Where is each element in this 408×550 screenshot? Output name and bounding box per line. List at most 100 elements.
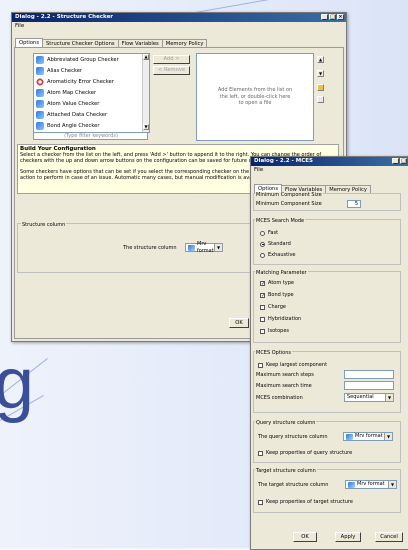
chevron-down-icon: ▼ <box>388 481 396 488</box>
query-group-label: Query structure column <box>255 420 317 426</box>
list-item[interactable]: Attached Data Checker <box>34 109 149 120</box>
menu-file[interactable]: File <box>254 167 263 173</box>
matching-group: Matching Parameter ✓ Atom type ✓ Bond type C… <box>253 270 401 343</box>
list-item-label: Aromaticity Error Checker <box>47 78 114 85</box>
apply-button[interactable]: Apply <box>335 532 361 542</box>
list-item-label: Atom Value Checker <box>47 100 100 107</box>
ok-button[interactable]: OK <box>293 532 317 542</box>
window-title: Dialog - 2.2 - MCES <box>254 158 313 164</box>
list-item[interactable]: Bond Angle Checker <box>34 120 149 131</box>
cancel-button[interactable]: Cancel <box>375 532 403 542</box>
min-size-group-label: Minimum Component Size <box>255 192 323 198</box>
matching-group-label: Matching Parameter <box>255 270 308 276</box>
mces-options-group-label: MCES Options <box>255 350 293 356</box>
query-group: Query structure column The query structu… <box>253 420 401 463</box>
checkbox[interactable]: ✓ <box>260 280 265 286</box>
structure-column-select[interactable]: Mrv format ▼ <box>185 241 223 254</box>
target-group: Target structure column The target struc… <box>253 468 401 513</box>
matching-param-checkbox[interactable]: ✓ Bond type <box>260 292 294 298</box>
structure-checker-titlebar[interactable]: Dialog - 2.2 - Structure Checker _ □ × <box>12 13 346 22</box>
checker-icon <box>36 99 44 108</box>
query-keep-checkbox[interactable]: Keep properties of query structure <box>258 450 352 456</box>
checkbox[interactable] <box>258 450 263 456</box>
min-size-label: Minimum Component Size <box>256 201 322 207</box>
filter-input[interactable]: (Type filter keywords) <box>33 132 148 140</box>
menu-file[interactable]: File <box>15 23 24 29</box>
list-item-label: Atom Map Checker <box>47 89 97 96</box>
search-mode-radio[interactable]: Exhaustive <box>260 252 296 258</box>
checker-list-scrollbar[interactable]: ▲ ▼ <box>142 54 149 132</box>
checker-icon <box>36 88 44 97</box>
max-steps-input[interactable] <box>344 370 394 379</box>
query-column-select[interactable]: Mrv format ▼ <box>343 432 393 441</box>
mces-dialog: Dialog - 2.2 - MCES _ □ File Options Flo… <box>250 156 408 550</box>
max-steps-label: Maximum search steps <box>256 372 314 378</box>
list-item-label: Alias Checker <box>47 67 83 74</box>
min-size-group: Minimum Component Size Minimum Component… <box>253 192 401 211</box>
save-icon[interactable] <box>317 96 324 103</box>
list-item[interactable]: Atom Map Checker <box>34 87 149 98</box>
target-keep-checkbox[interactable]: Keep properties of target structure <box>258 499 353 505</box>
close-button[interactable]: × <box>337 14 344 20</box>
list-item-label: Abbreviated Group Checker <box>47 56 119 63</box>
max-time-input[interactable] <box>344 381 394 390</box>
checker-icon <box>36 66 44 75</box>
checkbox[interactable] <box>258 362 263 368</box>
remove-button[interactable]: < Remove <box>153 66 190 75</box>
selected-checkers-list[interactable]: Add Elements from the list on the left, … <box>196 53 314 141</box>
menubar: File <box>12 22 346 30</box>
query-column-label: The query structure column <box>258 434 328 440</box>
minimize-button[interactable]: _ <box>392 158 399 164</box>
radio-button[interactable] <box>260 252 265 258</box>
scroll-down-button[interactable]: ▼ <box>143 124 149 130</box>
chevron-down-icon: ▼ <box>384 433 392 440</box>
matching-param-checkbox[interactable]: Charge <box>260 304 286 310</box>
min-size-spinner[interactable]: 5 <box>347 200 361 208</box>
checkbox[interactable] <box>260 304 265 310</box>
list-item-label: Bond Angle Checker <box>47 122 100 129</box>
keep-largest-checkbox[interactable]: Keep largest component <box>258 362 327 368</box>
molecule-icon <box>346 433 353 440</box>
maximize-button[interactable]: □ <box>329 14 336 20</box>
max-time-label: Maximum search time <box>256 383 312 389</box>
ok-button[interactable]: OK <box>229 318 249 328</box>
search-mode-radio[interactable]: Fast <box>260 230 278 236</box>
checkbox[interactable] <box>260 316 265 322</box>
mces-options-panel: Minimum Component Size Minimum Component… <box>253 192 405 545</box>
matching-param-checkbox[interactable]: Hybridization <box>260 316 301 322</box>
target-group-label: Target structure column <box>255 468 317 474</box>
search-mode-group: MCES Search Mode Fast Standard Exhaustive <box>253 218 401 265</box>
checker-icon <box>36 121 44 130</box>
window-title: Dialog - 2.2 - Structure Checker <box>15 14 114 20</box>
chevron-down-icon: ▼ <box>214 244 222 251</box>
checkbox[interactable] <box>260 328 265 334</box>
search-mode-group-label: MCES Search Mode <box>255 218 306 224</box>
combination-select[interactable]: Sequential ▼ <box>344 393 394 402</box>
matching-param-checkbox[interactable]: Isotopes <box>260 328 289 334</box>
open-folder-icon[interactable] <box>317 84 324 91</box>
radio-button[interactable] <box>260 241 265 247</box>
minimize-button[interactable]: _ <box>321 14 328 20</box>
list-item[interactable]: Aromaticity Error Checker <box>34 76 149 87</box>
list-item[interactable]: Abbreviated Group Checker <box>34 54 149 65</box>
move-up-button[interactable]: ▲ <box>317 56 324 63</box>
slide-text: g <box>0 344 35 424</box>
combination-label: MCES combination <box>256 395 303 401</box>
target-column-select[interactable]: Mrv format ▼ <box>345 480 397 489</box>
add-button[interactable]: Add > <box>153 55 190 64</box>
matching-param-checkbox[interactable]: ✓ Atom type <box>260 280 294 286</box>
molecule-icon <box>348 481 355 488</box>
move-down-button[interactable]: ▼ <box>317 70 324 77</box>
molecule-icon <box>188 244 195 251</box>
checkbox[interactable]: ✓ <box>260 292 265 298</box>
mces-options-group: MCES Options Keep largest component Maxi… <box>253 350 401 413</box>
mces-titlebar[interactable]: Dialog - 2.2 - MCES _ □ <box>251 157 408 166</box>
list-item-label: Attached Data Checker <box>47 111 108 118</box>
radio-button[interactable] <box>260 230 265 236</box>
checker-list[interactable]: Abbreviated Group Checker Alias Checker Ar… <box>33 53 150 133</box>
list-item[interactable]: Alias Checker <box>34 65 149 76</box>
checkbox[interactable] <box>258 499 263 505</box>
maximize-button[interactable]: □ <box>400 158 407 164</box>
search-mode-radio[interactable]: Standard <box>260 241 291 247</box>
list-item[interactable]: Atom Value Checker <box>34 98 149 109</box>
